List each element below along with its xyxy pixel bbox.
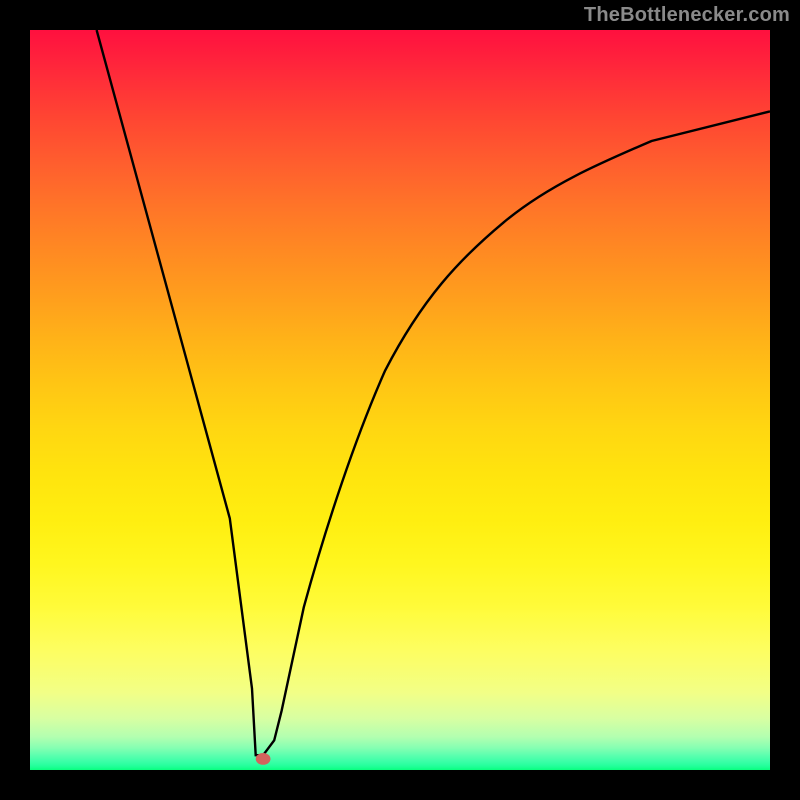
curve-layer [30, 30, 770, 770]
chart-frame: TheBottlenecker.com [0, 0, 800, 800]
optimal-point-marker [256, 753, 271, 765]
bottleneck-curve [97, 30, 770, 755]
attribution-label: TheBottlenecker.com [584, 4, 790, 27]
plot-area [30, 30, 770, 770]
